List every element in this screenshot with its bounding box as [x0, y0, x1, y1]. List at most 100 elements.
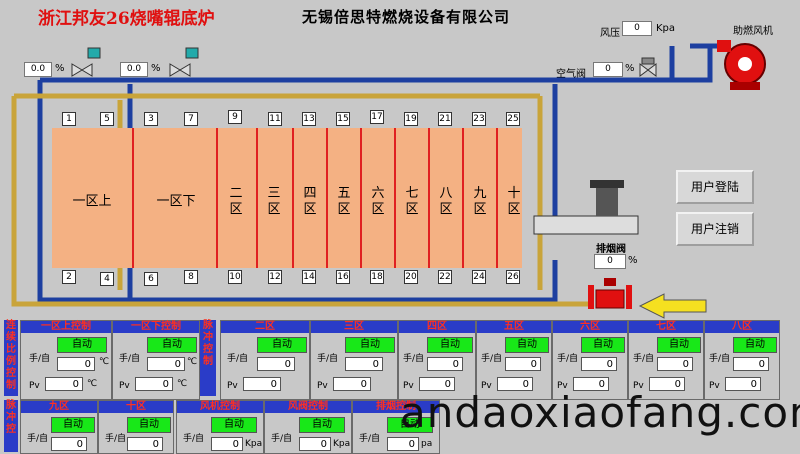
auto-button[interactable]: 自动	[733, 337, 777, 353]
auto-button[interactable]: 自动	[51, 417, 95, 433]
setpoint-field[interactable]: 0	[387, 437, 419, 451]
side-label-proportional: 连续比例控制	[4, 320, 18, 396]
zone-2: 二 区	[229, 186, 243, 217]
unit-label: ℃	[187, 357, 198, 367]
unit-label: pa	[421, 439, 433, 449]
login-button[interactable]: 用户登陆	[676, 170, 754, 204]
unit-label: Kpa	[333, 439, 351, 449]
burner-9[interactable]: 9	[228, 110, 242, 124]
burner-26[interactable]: 26	[506, 270, 520, 284]
unit-label: Kpa	[245, 439, 263, 449]
pv-label: Pv	[227, 381, 238, 391]
burner-23[interactable]: 23	[472, 112, 486, 126]
panel-title: 九区	[21, 401, 97, 413]
burner-16[interactable]: 16	[336, 270, 350, 284]
mode-label: 手/自	[119, 354, 141, 364]
setpoint-field[interactable]: 0	[127, 437, 163, 451]
mode-label: 手/自	[557, 354, 579, 364]
burner-21[interactable]: 21	[438, 112, 452, 126]
zone-6: 六 区	[371, 186, 385, 217]
exhaust-unit: %	[628, 255, 638, 266]
auto-button[interactable]: 自动	[211, 417, 257, 433]
panel-title: 四区	[399, 321, 475, 333]
mode-label: 手/自	[105, 434, 127, 444]
burner-12[interactable]: 12	[268, 270, 282, 284]
setpoint-field[interactable]: 0	[581, 357, 617, 371]
burner-8[interactable]: 8	[184, 270, 198, 284]
blower-fan-icon	[717, 40, 766, 90]
zone-1-upper: 一区上	[72, 194, 112, 209]
mode-label: 手/自	[271, 434, 293, 444]
setpoint-field[interactable]: 0	[345, 357, 383, 371]
burner-7[interactable]: 7	[184, 112, 198, 126]
panel-title: 一区上控制	[21, 321, 111, 333]
zone-8: 八 区	[439, 186, 453, 217]
pv-field: 0	[45, 377, 83, 391]
burner-15[interactable]: 15	[336, 112, 350, 126]
auto-button[interactable]: 自动	[127, 417, 171, 433]
auto-button[interactable]: 自动	[57, 337, 107, 353]
panel-zone9: 九区 手/自 自动 0	[20, 400, 98, 454]
side-label-pulse: 脉冲控	[4, 400, 18, 452]
burner-11[interactable]: 11	[268, 112, 282, 126]
mode-label: 手/自	[403, 354, 425, 364]
setpoint-field[interactable]: 0	[57, 357, 95, 371]
mode-label: 手/自	[359, 434, 381, 444]
panel-zone3: 三区 手/自 自动 0 Pv 0	[310, 320, 398, 400]
burner-13[interactable]: 13	[302, 112, 316, 126]
setpoint-field[interactable]: 0	[147, 357, 185, 371]
burner-20[interactable]: 20	[404, 270, 418, 284]
pv-field: 0	[243, 377, 281, 391]
burner-17[interactable]: 17	[370, 110, 384, 124]
panel-fan-control: 风机控制 手/自 自动 0 Kpa	[176, 400, 264, 454]
auto-button[interactable]: 自动	[345, 337, 395, 353]
burner-14[interactable]: 14	[302, 270, 316, 284]
pv-unit: ℃	[87, 379, 98, 389]
auto-button[interactable]: 自动	[257, 337, 307, 353]
burner-3[interactable]: 3	[144, 112, 158, 126]
pv-label: Pv	[119, 381, 130, 391]
panel-title: 风机控制	[177, 401, 263, 413]
auto-button[interactable]: 自动	[299, 417, 345, 433]
burner-6[interactable]: 6	[144, 272, 158, 286]
burner-18[interactable]: 18	[370, 270, 384, 284]
burner-22[interactable]: 22	[438, 270, 452, 284]
zone-1-lower: 一区下	[156, 194, 196, 209]
setpoint-field[interactable]: 0	[505, 357, 541, 371]
burner-5[interactable]: 5	[100, 112, 114, 126]
setpoint-field[interactable]: 0	[257, 357, 295, 371]
side-label-pulse-mid: 脉冲控制	[200, 320, 216, 396]
mode-label: 手/自	[227, 354, 249, 364]
auto-button[interactable]: 自动	[505, 337, 549, 353]
auto-button[interactable]: 自动	[657, 337, 701, 353]
burner-1[interactable]: 1	[62, 112, 76, 126]
exhaust-value: 0	[594, 254, 626, 269]
setpoint-field[interactable]: 0	[211, 437, 243, 451]
panel-zone2: 二区 手/自 自动 0 Pv 0	[220, 320, 310, 400]
setpoint-field[interactable]: 0	[51, 437, 87, 451]
panel-title: 七区	[629, 321, 703, 333]
mode-label: 手/自	[633, 354, 655, 364]
gas-valve-icon	[71, 47, 657, 77]
burner-10[interactable]: 10	[228, 270, 242, 284]
panel-title: 八区	[705, 321, 779, 333]
setpoint-field[interactable]: 0	[427, 357, 463, 371]
burner-24[interactable]: 24	[472, 270, 486, 284]
burner-2[interactable]: 2	[62, 270, 76, 284]
logout-button[interactable]: 用户注销	[676, 212, 754, 246]
burner-valve-icon	[588, 278, 632, 309]
pv-field: 0	[333, 377, 371, 391]
auto-button[interactable]: 自动	[147, 337, 197, 353]
setpoint-field[interactable]: 0	[657, 357, 693, 371]
burner-25[interactable]: 25	[506, 112, 520, 126]
setpoint-field[interactable]: 0	[299, 437, 331, 451]
auto-button[interactable]: 自动	[581, 337, 625, 353]
panel-title: 一区下控制	[113, 321, 199, 333]
setpoint-field[interactable]: 0	[733, 357, 769, 371]
burner-4[interactable]: 4	[100, 272, 114, 286]
pv-label: Pv	[317, 381, 328, 391]
panel-damper-control: 风阀控制 手/自 自动 0 Kpa	[264, 400, 352, 454]
burner-19[interactable]: 19	[404, 112, 418, 126]
auto-button[interactable]: 自动	[427, 337, 473, 353]
panel-zone1-lower: 一区下控制 手/自 自动 0 ℃ Pv 0 ℃	[112, 320, 200, 400]
